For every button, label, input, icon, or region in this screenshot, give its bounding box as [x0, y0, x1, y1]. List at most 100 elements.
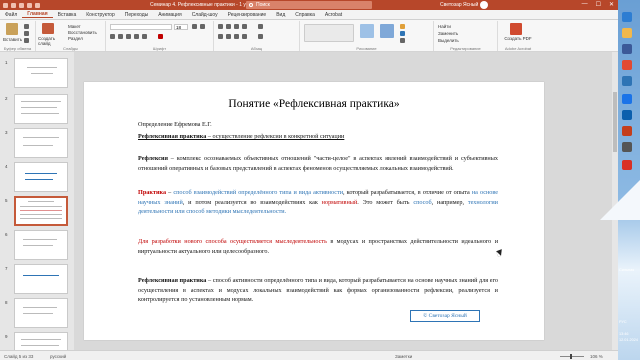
strikethrough-icon[interactable]: [134, 34, 139, 39]
reset-button[interactable]: Восстановить: [68, 30, 97, 35]
tab-home[interactable]: Главная: [22, 11, 53, 18]
font-color-icon[interactable]: [158, 34, 163, 39]
maximize-button[interactable]: ☐: [596, 1, 601, 8]
taskbar-app-icon[interactable]: [622, 142, 632, 152]
smartart-icon[interactable]: [258, 34, 263, 39]
tab-help[interactable]: Справка: [290, 12, 320, 18]
undo-icon[interactable]: [19, 2, 24, 8]
taskbar-app-icon[interactable]: [622, 94, 632, 104]
pdf-icon[interactable]: [510, 23, 522, 35]
shape-fill-icon[interactable]: [400, 24, 405, 29]
user-name[interactable]: Светозар Ясный: [440, 2, 478, 8]
folder-icon[interactable]: [622, 28, 632, 38]
paragraph-reflexive-practice-short[interactable]: Рефлексивная практика – осуществление ре…: [138, 132, 498, 142]
slide-thumbnail-3[interactable]: [14, 128, 68, 158]
slide-thumbnail-1[interactable]: [14, 58, 68, 88]
copyright-box[interactable]: © Светозар Ясный: [410, 310, 480, 322]
word-icon[interactable]: [622, 76, 632, 86]
cut-icon[interactable]: [24, 24, 29, 29]
definition-source[interactable]: Определение Ефремова Е.Г.: [138, 120, 498, 130]
text-direction-icon[interactable]: [258, 24, 263, 29]
numbering-icon[interactable]: [226, 24, 231, 29]
align-center-icon[interactable]: [226, 34, 231, 39]
paragraph-development[interactable]: Для разработки нового способа осуществля…: [138, 237, 498, 256]
avatar[interactable]: [480, 1, 488, 9]
select-button[interactable]: Выделить: [438, 38, 459, 43]
shape-effects-icon[interactable]: [400, 38, 405, 43]
underline-icon[interactable]: [126, 34, 131, 39]
tab-design[interactable]: Конструктор: [81, 12, 120, 18]
tab-slideshow[interactable]: Слайд-шоу: [187, 12, 223, 18]
align-right-icon[interactable]: [234, 34, 239, 39]
font-group: 18 Шрифт: [106, 21, 214, 51]
paragraph-reflexive-practice-full[interactable]: Рефлексивная практика – способ активност…: [138, 276, 498, 305]
italic-icon[interactable]: [118, 34, 123, 39]
section-button[interactable]: Раздел: [68, 36, 83, 41]
bold-icon[interactable]: [110, 34, 115, 39]
slide-canvas[interactable]: Понятие «Рефлексивная практика» Определе…: [84, 82, 544, 340]
taskbar-app-icon[interactable]: [622, 160, 632, 170]
bullets-icon[interactable]: [218, 24, 223, 29]
minimize-button[interactable]: —: [582, 1, 588, 8]
shapes-gallery[interactable]: [304, 24, 354, 42]
find-button[interactable]: Найти: [438, 24, 451, 29]
slide-thumbnail-6[interactable]: [14, 230, 68, 260]
create-pdf-button[interactable]: Создать PDF: [502, 36, 534, 41]
tab-insert[interactable]: Вставка: [53, 12, 82, 18]
paragraph-reflexion[interactable]: Рефлексия – комплекс осознаваемых объект…: [138, 154, 498, 173]
present-icon[interactable]: [35, 2, 40, 8]
slide-thumbnail-4[interactable]: [14, 162, 68, 192]
clock-time[interactable]: 13:46: [619, 332, 629, 336]
paste-icon[interactable]: [6, 23, 18, 35]
copy-icon[interactable]: [24, 31, 29, 36]
slide-title[interactable]: Понятие «Рефлексивная практика»: [84, 98, 544, 110]
tab-file[interactable]: Файл: [0, 12, 22, 18]
format-painter-icon[interactable]: [24, 38, 29, 43]
taskbar-app-icon[interactable]: [622, 44, 632, 54]
tab-acrobat[interactable]: Acrobat: [320, 12, 347, 18]
arrange-icon[interactable]: [360, 24, 374, 38]
increase-font-icon[interactable]: [192, 24, 197, 29]
slide-thumbnail-2[interactable]: [14, 94, 68, 124]
browser-icon[interactable]: [622, 60, 632, 70]
font-size-select[interactable]: 18: [174, 24, 188, 30]
slide-thumbnail-7[interactable]: [14, 264, 68, 294]
font-family-select[interactable]: [110, 24, 172, 30]
powerpoint-icon[interactable]: [622, 126, 632, 136]
replace-button[interactable]: Заменить: [438, 31, 458, 36]
slide-thumbnail-8[interactable]: [14, 298, 68, 328]
quick-styles-icon[interactable]: [380, 24, 394, 38]
new-slide-icon[interactable]: [42, 23, 54, 34]
language-indicator[interactable]: русский: [50, 354, 66, 359]
search-input[interactable]: Поиск: [246, 1, 372, 9]
tab-animations[interactable]: Анимация: [153, 12, 186, 18]
tab-review[interactable]: Рецензирование: [223, 12, 272, 18]
close-button[interactable]: ✕: [609, 1, 614, 8]
align-left-icon[interactable]: [218, 34, 223, 39]
scrollbar-thumb[interactable]: [613, 92, 617, 152]
taskbar-app-icon[interactable]: [622, 110, 632, 120]
line-spacing-icon[interactable]: [242, 24, 247, 29]
indent-icon[interactable]: [234, 24, 239, 29]
decrease-font-icon[interactable]: [200, 24, 205, 29]
layout-button[interactable]: Макет: [68, 24, 81, 29]
redo-icon[interactable]: [27, 2, 32, 8]
tab-transitions[interactable]: Переходы: [120, 12, 153, 18]
justify-icon[interactable]: [242, 34, 247, 39]
slide-thumbnail-5[interactable]: [14, 196, 68, 226]
shape-outline-icon[interactable]: [400, 31, 405, 36]
clock-date[interactable]: 12.01.2024: [619, 338, 638, 342]
tab-view[interactable]: Вид: [271, 12, 290, 18]
keyboard-language[interactable]: РУС: [619, 320, 627, 324]
paragraph-practice[interactable]: Практика – способ взаимодействий определ…: [138, 188, 498, 217]
save-icon[interactable]: [11, 2, 16, 8]
zoom-level[interactable]: 106 %: [590, 354, 603, 359]
zoom-slider[interactable]: [560, 354, 584, 359]
paste-button[interactable]: Вставить: [3, 37, 22, 42]
autosave-icon[interactable]: [3, 2, 8, 8]
taskbar-app-icon[interactable]: [622, 12, 632, 22]
shadow-icon[interactable]: [142, 34, 147, 39]
new-slide-button[interactable]: Создать слайд: [38, 36, 62, 46]
notes-button[interactable]: Заметки: [395, 354, 412, 359]
weather-text[interactable]: Сильная: [619, 268, 634, 272]
